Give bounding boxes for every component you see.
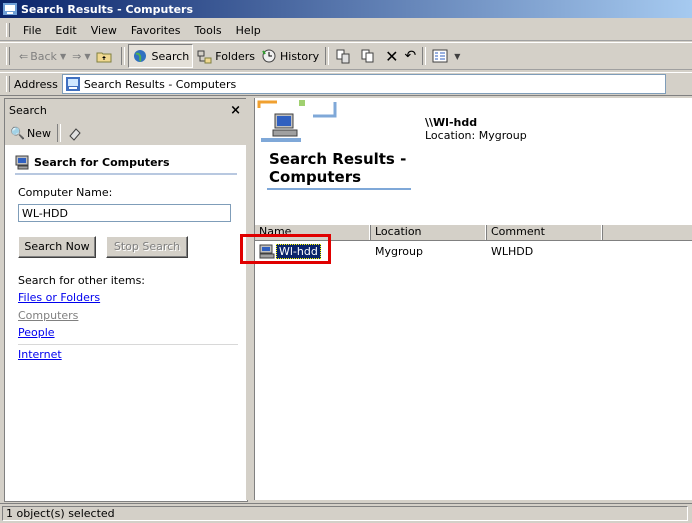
other-items-label: Search for other items: <box>18 274 145 287</box>
pane-splitter[interactable] <box>246 98 254 500</box>
search-pane: Search × 🔍 New Search for Computers Comp… <box>4 98 248 502</box>
computer-search-icon <box>15 155 29 170</box>
stop-search-button[interactable]: Stop Search <box>106 236 188 258</box>
search-pane-header: Search × <box>5 99 247 121</box>
computer-name-label: Computer Name: <box>18 186 113 199</box>
menu-file[interactable]: File <box>16 24 48 37</box>
history-icon <box>262 49 276 63</box>
results-heading: Search Results - Computers <box>269 150 407 186</box>
column-location[interactable]: Location <box>371 225 487 240</box>
links-divider <box>18 344 238 345</box>
search-now-button[interactable]: Search Now <box>18 236 96 258</box>
address-grip[interactable] <box>6 76 10 92</box>
selected-computer-location: Location: Mygroup <box>425 129 527 142</box>
folders-button[interactable]: Folders <box>193 45 258 67</box>
close-icon[interactable]: × <box>230 103 247 118</box>
address-bar: Address Search Results - Computers <box>0 72 692 96</box>
back-button[interactable]: ⇐ Back ▼ <box>16 45 69 67</box>
undo-icon: ↶ <box>404 48 417 64</box>
computers-link[interactable]: Computers <box>18 309 78 322</box>
search-banner-art <box>257 100 337 142</box>
heading-underline <box>15 173 237 175</box>
status-text: 1 object(s) selected <box>2 506 688 521</box>
address-label: Address <box>14 77 58 91</box>
menu-bar: File Edit View Favorites Tools Help <box>0 20 692 41</box>
column-comment[interactable]: Comment <box>487 225 603 240</box>
search-for-computers-heading: Search for Computers <box>15 154 170 170</box>
results-pane: Search Results - Computers \\Wl-hdd Loca… <box>254 98 692 500</box>
people-link[interactable]: People <box>18 326 55 339</box>
history-button[interactable]: History <box>258 45 322 67</box>
undo-button[interactable]: ↶ <box>402 45 420 67</box>
move-to-icon <box>336 49 350 64</box>
result-location: Mygroup <box>375 244 423 258</box>
views-dropdown-icon[interactable]: ▼ <box>454 52 460 61</box>
computers-icon <box>65 77 80 91</box>
files-or-folders-link[interactable]: Files or Folders <box>18 291 100 304</box>
up-folder-button[interactable] <box>93 45 118 67</box>
standard-toolbar: ⇐ Back ▼ ⇒ ▼ Search Folders History ✕ ↶ … <box>0 42 692 70</box>
menu-edit[interactable]: Edit <box>48 24 83 37</box>
forward-button[interactable]: ⇒ ▼ <box>69 45 93 67</box>
menu-tools[interactable]: Tools <box>188 24 229 37</box>
search-toolbar-separator <box>56 124 61 142</box>
views-button[interactable]: ▼ <box>429 45 463 67</box>
address-value: Search Results - Computers <box>83 77 237 91</box>
views-icon <box>432 49 448 63</box>
forward-arrow-icon: ⇒ <box>72 49 82 63</box>
highlight-annotation-box <box>240 234 331 264</box>
folders-icon <box>197 50 212 64</box>
toolbar-separator <box>325 47 330 65</box>
toolbar-grip[interactable] <box>6 47 10 65</box>
menu-favorites[interactable]: Favorites <box>124 24 188 37</box>
back-dropdown-icon[interactable]: ▼ <box>60 52 66 61</box>
address-field[interactable]: Search Results - Computers <box>61 74 666 94</box>
toolbar-separator <box>121 47 126 65</box>
new-search-icon: 🔍 <box>10 126 25 140</box>
copy-to-icon <box>361 49 374 63</box>
move-to-button[interactable] <box>332 45 357 67</box>
internet-link[interactable]: Internet <box>18 348 62 361</box>
up-folder-icon <box>96 52 112 63</box>
selected-computer-name: \\Wl-hdd <box>425 116 478 129</box>
back-arrow-icon: ⇐ <box>19 49 29 63</box>
search-pane-body: Search for Computers Computer Name: WL-H… <box>5 146 247 501</box>
search-pane-title: Search <box>9 103 47 117</box>
forward-dropdown-icon[interactable]: ▼ <box>84 52 90 61</box>
search-options-button[interactable] <box>64 122 89 144</box>
delete-button[interactable]: ✕ <box>382 45 401 67</box>
computer-name-input[interactable]: WL-HDD <box>18 204 231 222</box>
toolbar-separator <box>422 47 427 65</box>
menu-view[interactable]: View <box>84 24 124 37</box>
status-bar: 1 object(s) selected <box>0 503 692 523</box>
menu-grip[interactable] <box>6 23 10 37</box>
title-bar: Search Results - Computers <box>0 0 692 18</box>
search-globe-icon <box>134 50 147 62</box>
window-title: Search Results - Computers <box>21 2 194 16</box>
menu-help[interactable]: Help <box>229 24 268 37</box>
copy-to-button[interactable] <box>357 45 382 67</box>
search-button[interactable]: Search <box>128 44 194 68</box>
eraser-icon <box>69 128 81 141</box>
computers-app-icon <box>3 3 17 15</box>
results-heading-underline <box>267 188 411 190</box>
result-comment: WLHDD <box>491 244 534 258</box>
new-search-button[interactable]: 🔍 New <box>7 122 54 144</box>
delete-x-icon: ✕ <box>385 46 399 66</box>
search-pane-toolbar: 🔍 New <box>5 121 247 146</box>
